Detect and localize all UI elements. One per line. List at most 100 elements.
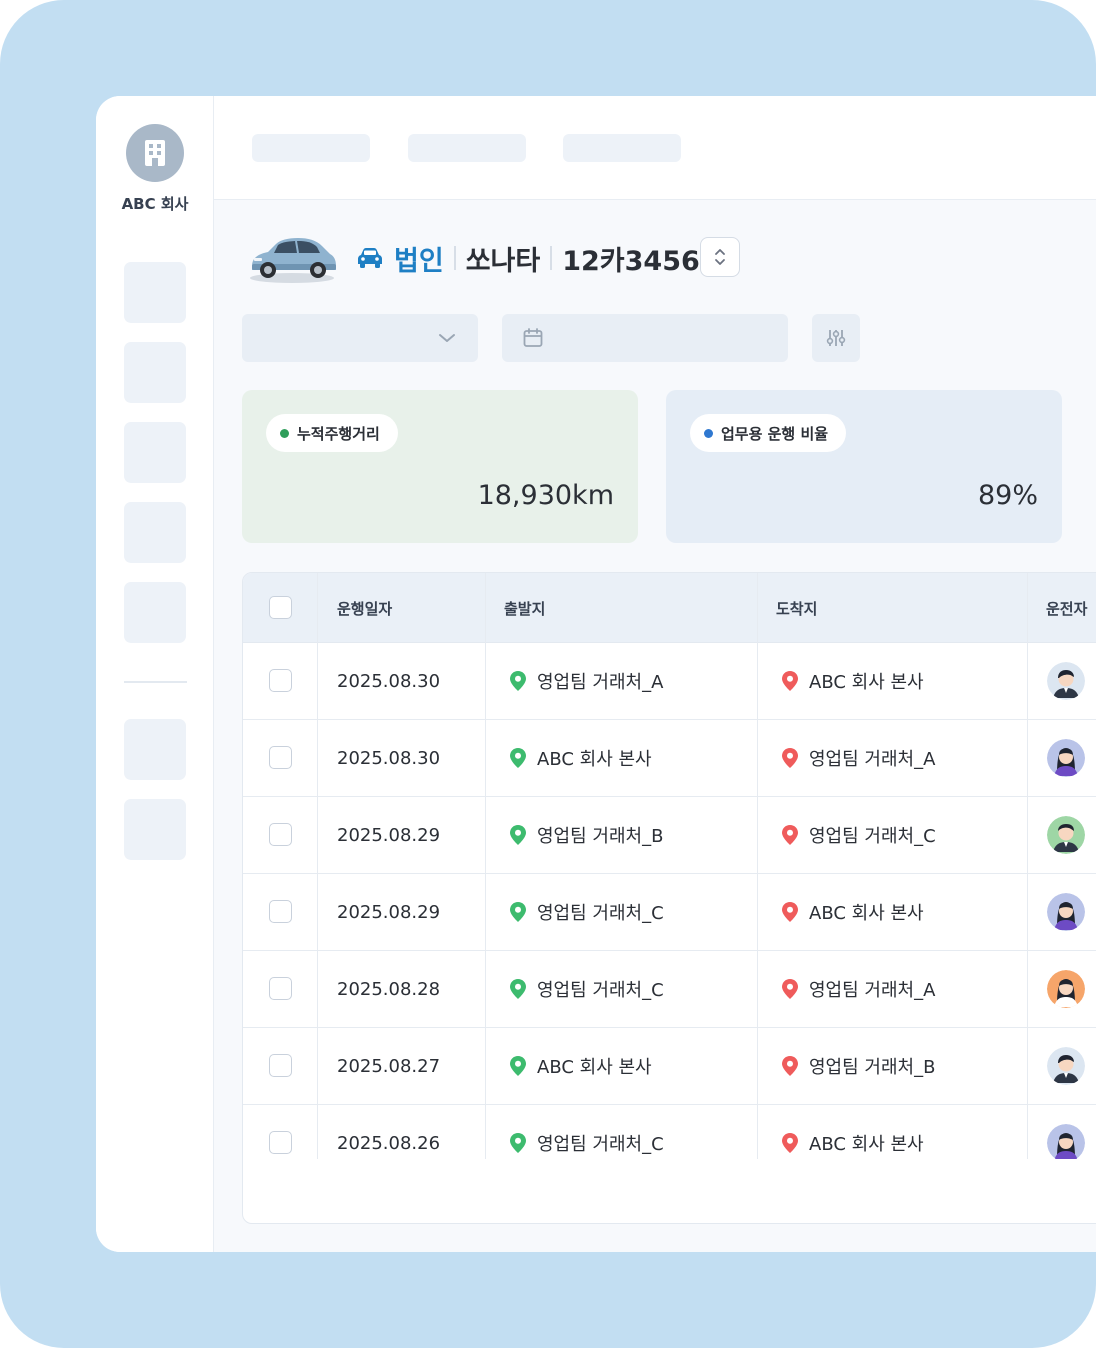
row-date: 2025.08.30	[337, 670, 441, 692]
row-origin-label: ABC 회사 본사	[537, 1057, 652, 1078]
row-origin: ABC 회사 본사	[509, 1028, 652, 1104]
map-pin-green-icon	[509, 670, 527, 692]
table-row[interactable]: 2025.08.26 영업팀 거래처_C ABC 회사 본사	[243, 1105, 1096, 1159]
sidebar-item-2[interactable]	[124, 342, 186, 403]
map-pin-red-icon	[781, 978, 799, 1000]
table-row[interactable]: 2025.08.30 영업팀 거래처_A ABC 회사 본사	[243, 643, 1096, 720]
main-content: 법인 쏘나타 12카3456 누적주행거리 18,930km 업무용 운행 비율…	[214, 200, 1096, 1252]
sidebar-item-1[interactable]	[124, 262, 186, 323]
filter-select[interactable]	[242, 314, 478, 362]
date-range-input[interactable]	[502, 314, 788, 362]
total-distance-value: 18,930km	[477, 480, 614, 511]
status-dot-blue	[704, 428, 713, 438]
sidebar: ABC 회사	[96, 96, 214, 1252]
table-body: 2025.08.30 영업팀 거래처_A ABC 회사 본사 2025.08.30…	[243, 643, 1096, 1159]
sidebar-item-7[interactable]	[124, 799, 186, 860]
sidebar-item-3[interactable]	[124, 422, 186, 483]
row-date: 2025.08.30	[337, 747, 441, 769]
row-destination-label: ABC 회사 본사	[809, 672, 924, 693]
table-row[interactable]: 2025.08.29 영업팀 거래처_C ABC 회사 본사	[243, 874, 1096, 951]
map-pin-red-icon	[781, 1055, 799, 1077]
header-driver[interactable]: 운전자	[1046, 573, 1087, 643]
row-origin-label: 영업팀 거래처_C	[537, 980, 664, 1001]
row-destination: 영업팀 거래처_A	[781, 720, 935, 796]
vehicle-title: 법인 쏘나타 12카3456	[356, 238, 700, 278]
company-avatar[interactable]	[126, 124, 184, 182]
top-navigation	[214, 96, 1096, 200]
title-separator	[453, 246, 456, 270]
map-pin-red-icon	[781, 901, 799, 923]
row-checkbox[interactable]	[269, 1131, 292, 1154]
driver-avatar[interactable]	[1047, 739, 1085, 777]
row-origin: 영업팀 거래처_A	[509, 643, 663, 719]
map-pin-green-icon	[509, 1132, 527, 1154]
row-destination: ABC 회사 본사	[781, 874, 924, 950]
select-all-checkbox[interactable]	[269, 596, 292, 619]
row-checkbox[interactable]	[269, 1054, 292, 1077]
row-destination: 영업팀 거래처_A	[781, 951, 935, 1027]
header-origin[interactable]: 출발지	[504, 573, 545, 643]
row-checkbox[interactable]	[269, 669, 292, 692]
row-checkbox[interactable]	[269, 823, 292, 846]
map-pin-red-icon	[781, 1132, 799, 1154]
sidebar-item-6[interactable]	[124, 719, 186, 780]
row-origin: ABC 회사 본사	[509, 720, 652, 796]
title-separator	[550, 246, 553, 270]
row-date: 2025.08.29	[337, 824, 441, 846]
nav-tab-1[interactable]	[252, 134, 370, 162]
vehicle-type-label: 법인	[394, 245, 444, 277]
map-pin-green-icon	[509, 901, 527, 923]
driver-avatar[interactable]	[1047, 662, 1085, 700]
driver-avatar[interactable]	[1047, 816, 1085, 854]
row-destination-label: 영업팀 거래처_A	[809, 749, 936, 770]
row-date: 2025.08.27	[337, 1055, 441, 1077]
driver-avatar[interactable]	[1047, 970, 1085, 1008]
map-pin-green-icon	[509, 747, 527, 769]
row-origin-label: 영업팀 거래처_B	[537, 826, 664, 847]
business-ratio-badge: 업무용 운행 비율	[690, 414, 847, 452]
row-checkbox[interactable]	[269, 746, 292, 769]
row-date: 2025.08.28	[337, 978, 441, 1000]
header-date[interactable]: 운행일자	[337, 573, 392, 643]
table-row[interactable]: 2025.08.27 ABC 회사 본사 영업팀 거래처_B	[243, 1028, 1096, 1105]
row-checkbox[interactable]	[269, 900, 292, 923]
driver-avatar[interactable]	[1047, 893, 1085, 931]
sidebar-divider	[124, 681, 187, 683]
table-row[interactable]: 2025.08.30 ABC 회사 본사 영업팀 거래처_A	[243, 720, 1096, 797]
row-destination-label: ABC 회사 본사	[809, 903, 924, 924]
chevron-up-down-icon	[715, 249, 725, 265]
backdrop: ABC 회사 법인 쏘나타 12카3456 누적주행거리 18,930km 업무…	[0, 0, 1096, 1348]
car-icon	[358, 248, 382, 268]
vehicle-model: 쏘나타	[465, 245, 541, 277]
sidebar-item-4[interactable]	[124, 502, 186, 563]
row-origin: 영업팀 거래처_C	[509, 951, 664, 1027]
driver-avatar[interactable]	[1047, 1047, 1085, 1085]
driver-avatar[interactable]	[1047, 1124, 1085, 1159]
row-date: 2025.08.26	[337, 1132, 441, 1154]
map-pin-red-icon	[781, 747, 799, 769]
filter-settings-button[interactable]	[812, 314, 860, 362]
table-row[interactable]: 2025.08.28 영업팀 거래처_C 영업팀 거래처_A	[243, 951, 1096, 1028]
building-icon	[145, 140, 165, 166]
table-row[interactable]: 2025.08.29 영업팀 거래처_B 영업팀 거래처_C	[243, 797, 1096, 874]
map-pin-green-icon	[509, 1055, 527, 1077]
status-dot-green	[280, 428, 289, 438]
row-destination-label: 영업팀 거래처_A	[809, 980, 936, 1001]
sidebar-item-5[interactable]	[124, 582, 186, 643]
total-distance-label: 누적주행거리	[297, 424, 380, 443]
total-distance-badge: 누적주행거리	[266, 414, 398, 452]
nav-tab-3[interactable]	[563, 134, 681, 162]
vehicle-switch-button[interactable]	[700, 237, 740, 277]
nav-tab-2[interactable]	[408, 134, 526, 162]
header-destination[interactable]: 도착지	[776, 573, 817, 643]
table-header: 운행일자 출발지 도착지 운전자	[243, 573, 1096, 643]
row-destination-label: 영업팀 거래처_B	[809, 1057, 936, 1078]
vehicle-plate: 12카3456	[562, 245, 700, 277]
car-image	[250, 238, 336, 283]
map-pin-green-icon	[509, 978, 527, 1000]
row-checkbox[interactable]	[269, 977, 292, 1000]
row-destination: 영업팀 거래처_B	[781, 1028, 935, 1104]
row-destination: 영업팀 거래처_C	[781, 797, 936, 873]
total-distance-card: 누적주행거리 18,930km	[242, 390, 638, 543]
sliders-icon	[826, 330, 846, 346]
